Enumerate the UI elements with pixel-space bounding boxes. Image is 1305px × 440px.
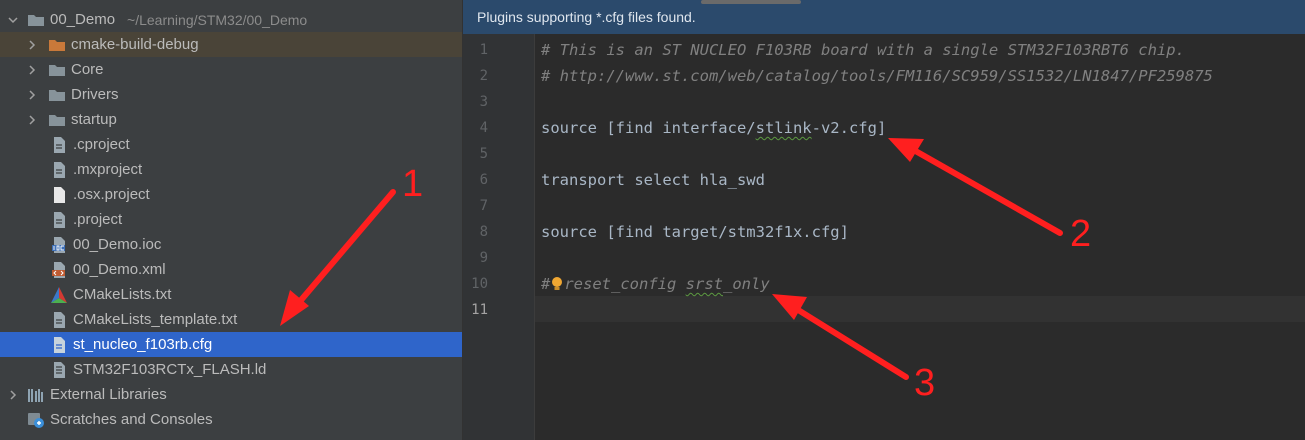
- tree-item-label: .project: [73, 211, 123, 228]
- tree-item-label: cmake-build-debug: [71, 36, 199, 53]
- lightbulb-icon[interactable]: [550, 276, 564, 292]
- spellcheck-word: srst: [685, 275, 723, 293]
- code-text: source [find interface/: [541, 119, 756, 137]
- chevron-right-icon[interactable]: [26, 89, 38, 101]
- code-line-6[interactable]: transport select hla_swd: [541, 167, 765, 193]
- xml-file-icon: [50, 261, 68, 279]
- tree-item-ioc[interactable]: 00_Demo.ioc: [0, 232, 462, 257]
- line-number: 6: [479, 172, 488, 188]
- tree-item-xml[interactable]: 00_Demo.xml: [0, 257, 462, 282]
- annotation-number-1: 1: [402, 163, 424, 205]
- chevron-right-icon[interactable]: [7, 389, 19, 401]
- ld-file-icon: [50, 361, 68, 379]
- code-text: transport select hla_swd: [541, 171, 765, 189]
- code-text: -v2.cfg]: [811, 119, 887, 137]
- annotation-number-3: 3: [914, 362, 936, 404]
- tree-item-label: 00_Demo.xml: [73, 261, 166, 278]
- file-icon: [50, 336, 68, 354]
- scratches-icon: [27, 411, 45, 429]
- tree-item-label: .cproject: [73, 136, 130, 153]
- chevron-right-icon[interactable]: [26, 39, 38, 51]
- tree-item-cproject[interactable]: .cproject: [0, 132, 462, 157]
- file-icon: [50, 136, 68, 154]
- file-icon: [50, 311, 68, 329]
- line-number: 9: [479, 250, 488, 266]
- chevron-right-icon[interactable]: [26, 114, 38, 126]
- tree-item-label: st_nucleo_f103rb.cfg: [73, 336, 213, 353]
- tree-item-cmakelists-template[interactable]: CMakeLists_template.txt: [0, 307, 462, 332]
- folder-icon: [48, 86, 66, 104]
- tree-item-label: Core: [71, 61, 104, 78]
- line-number: 5: [479, 146, 488, 162]
- tree-item-project[interactable]: .project: [0, 207, 462, 232]
- folder-icon: [48, 36, 66, 54]
- plugin-suggestion-banner[interactable]: Plugins supporting *.cfg files found.: [463, 0, 1305, 34]
- banner-text: Plugins supporting *.cfg files found.: [477, 9, 696, 25]
- tree-item-st-nucleo-cfg[interactable]: st_nucleo_f103rb.cfg: [0, 332, 462, 357]
- comment-text: # This is an ST NUCLEO F103RB board with…: [541, 41, 1185, 59]
- project-tree: 00_Demo ~/Learning/STM32/00_Demo cmake-b…: [0, 0, 462, 440]
- cmake-icon: [50, 286, 68, 304]
- comment-text: reset_config: [564, 275, 686, 293]
- folder-icon: [27, 11, 45, 29]
- code-line-2[interactable]: # http://www.st.com/web/catalog/tools/FM…: [541, 63, 1213, 89]
- tree-item-label: .osx.project: [73, 186, 150, 203]
- comment-text: _only: [723, 275, 770, 293]
- tree-item-label: CMakeLists.txt: [73, 286, 172, 303]
- line-number: 7: [479, 198, 488, 214]
- code-line-8[interactable]: source [find target/stm32f1x.cfg]: [541, 219, 849, 245]
- folder-icon: [48, 111, 66, 129]
- tree-item-label: External Libraries: [50, 386, 167, 403]
- code-line-1[interactable]: # This is an ST NUCLEO F103RB board with…: [541, 37, 1185, 63]
- comment-text: #: [541, 275, 551, 293]
- tree-item-flash-ld[interactable]: STM32F103RCTx_FLASH.ld: [0, 357, 462, 382]
- file-icon: [50, 161, 68, 179]
- tree-item-label: .mxproject: [73, 161, 143, 178]
- code-text: source [find target/stm32f1x.cfg]: [541, 223, 849, 241]
- chevron-down-icon[interactable]: [7, 14, 19, 26]
- line-number: 2: [479, 68, 488, 84]
- tree-root-row[interactable]: 00_Demo ~/Learning/STM32/00_Demo: [0, 7, 462, 32]
- line-number: 11: [471, 302, 488, 318]
- tree-item-label: Drivers: [71, 86, 119, 103]
- current-line-highlight: [463, 296, 1305, 322]
- code-line-4[interactable]: source [find interface/stlink -v2.cfg]: [541, 115, 886, 141]
- tree-item-external-libraries[interactable]: External Libraries: [0, 382, 462, 407]
- file-icon: [50, 211, 68, 229]
- tree-root-path: ~/Learning/STM32/00_Demo: [127, 11, 308, 28]
- line-number: 10: [471, 276, 488, 292]
- tree-root-name: 00_Demo: [50, 11, 116, 28]
- annotation-number-2: 2: [1070, 213, 1092, 255]
- code-editor[interactable]: Plugins supporting *.cfg files found. 1 …: [462, 0, 1305, 440]
- tree-item-label: STM32F103RCTx_FLASH.ld: [73, 361, 267, 378]
- library-icon: [27, 386, 45, 404]
- tree-item-startup[interactable]: startup: [0, 107, 462, 132]
- tree-item-core[interactable]: Core: [0, 57, 462, 82]
- line-number: 3: [479, 94, 488, 110]
- ioc-file-icon: [50, 236, 68, 254]
- line-number: 8: [479, 224, 488, 240]
- line-number: 4: [479, 120, 488, 136]
- tree-item-scratches[interactable]: Scratches and Consoles: [0, 407, 462, 432]
- comment-text: # http://www.st.com/web/catalog/tools/FM…: [541, 67, 1213, 85]
- folder-icon: [48, 61, 66, 79]
- tree-item-drivers[interactable]: Drivers: [0, 82, 462, 107]
- tree-item-label: startup: [71, 111, 117, 128]
- tree-item-label: CMakeLists_template.txt: [73, 311, 238, 328]
- tree-item-osx-project[interactable]: .osx.project: [0, 182, 462, 207]
- tree-item-mxproject[interactable]: .mxproject: [0, 157, 462, 182]
- spellcheck-word: stlink: [755, 119, 812, 137]
- chevron-right-icon[interactable]: [26, 64, 38, 76]
- line-number-gutter[interactable]: 1 2 3 4 5 6 7 8 9 10 11: [463, 34, 535, 440]
- tree-item-cmakelists[interactable]: CMakeLists.txt: [0, 282, 462, 307]
- tree-item-cmake-build-debug[interactable]: cmake-build-debug: [0, 32, 462, 57]
- tree-item-label: 00_Demo.ioc: [73, 236, 162, 253]
- file-white-icon: [50, 186, 68, 204]
- horizontal-scrollbar[interactable]: [701, 0, 801, 4]
- code-line-10[interactable]: # reset_config srst _only: [541, 271, 770, 297]
- tree-item-label: Scratches and Consoles: [50, 411, 213, 428]
- line-number: 1: [479, 42, 488, 58]
